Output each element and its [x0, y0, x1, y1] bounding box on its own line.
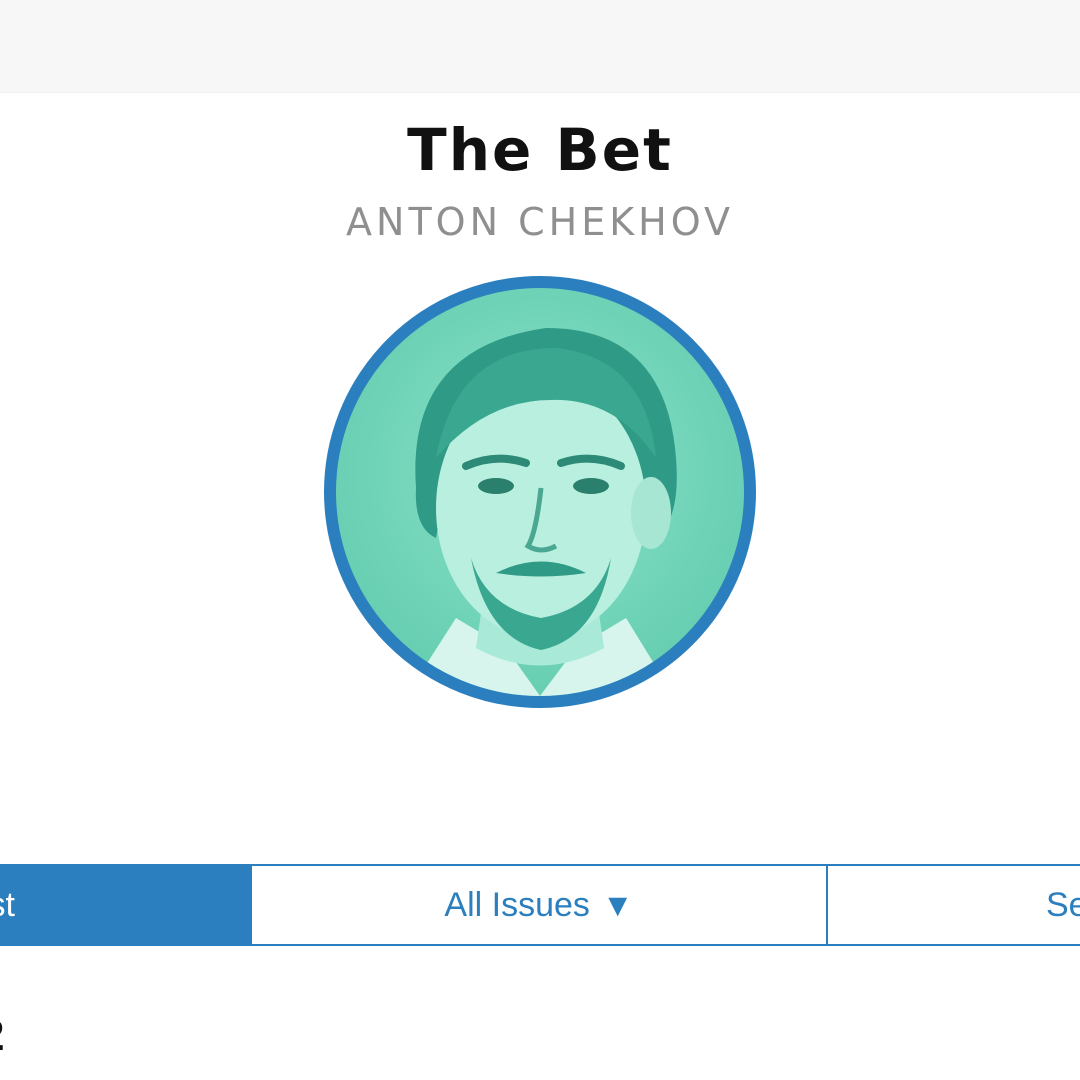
- tab-search[interactable]: Se: [826, 864, 1080, 946]
- portrait-illustration: [406, 328, 677, 696]
- author-portrait: [324, 276, 756, 708]
- story-title: The Bet: [407, 116, 673, 184]
- dropdown-arrow-icon: ▼: [601, 886, 634, 923]
- author-name: ANTON CHEKHOV: [346, 200, 734, 244]
- top-bar: [0, 0, 1080, 93]
- issue-tabs: st All Issues ▼ Se: [0, 864, 1080, 946]
- tab-label: Se: [1046, 885, 1080, 924]
- tab-all-issues[interactable]: All Issues ▼: [250, 864, 828, 946]
- tab-label: st: [0, 885, 15, 924]
- tab-latest[interactable]: st: [0, 864, 252, 946]
- tab-label: All Issues: [444, 885, 590, 924]
- issue-number: 2: [0, 1010, 4, 1062]
- story-screen: The Bet ANTON CHEKHOV t All Issues ▼ S: [0, 0, 1080, 1080]
